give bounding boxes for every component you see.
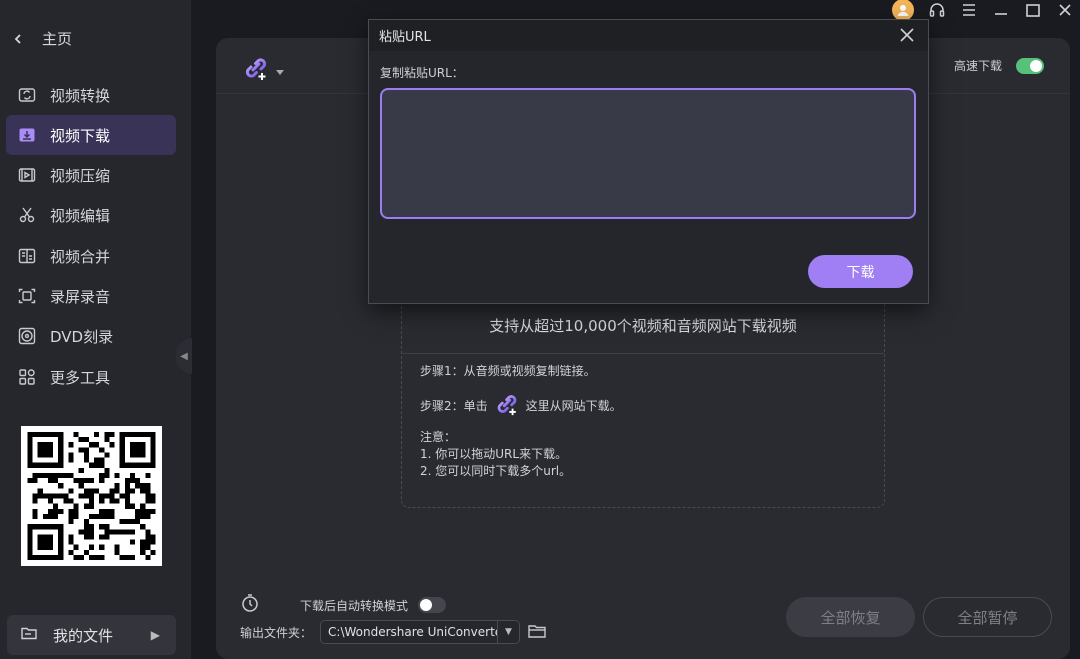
step2-text: 步骤2：单击 这里从网站下载。: [420, 391, 622, 422]
scissors-icon: [18, 206, 36, 224]
output-path-value: C:\Wondershare UniConverter: [328, 625, 508, 639]
sidebar-item-dvd-burn[interactable]: DVD刻录: [6, 316, 176, 356]
sidebar-item-label: 录屏录音: [50, 287, 111, 306]
link-add-icon: [242, 54, 270, 86]
sidebar-item-screen-record[interactable]: 录屏录音: [6, 276, 176, 316]
video-merge-icon: [18, 247, 36, 265]
home-label: 主页: [42, 30, 73, 48]
my-files-button[interactable]: 我的文件 ▶: [7, 615, 176, 655]
sidebar-item-label: 更多工具: [50, 368, 111, 387]
note-1: 1. 你可以拖动URL来下载。: [420, 447, 568, 461]
high-speed-label: 高速下载: [953, 59, 1002, 73]
video-compress-icon: [18, 166, 36, 184]
sidebar-item-label: 视频压缩: [50, 166, 111, 185]
headset-support-icon[interactable]: [928, 1, 946, 19]
url-field-label: 复制粘贴URL：: [380, 66, 464, 80]
video-download-icon: [18, 126, 36, 144]
sidebar-item-video-convert[interactable]: 视频转换: [6, 75, 176, 115]
divider: [402, 353, 884, 354]
close-window-icon[interactable]: [1056, 1, 1074, 19]
folder-icon: [21, 626, 37, 644]
dialog-title: 粘贴URL: [379, 30, 431, 45]
open-folder-icon[interactable]: [528, 623, 546, 642]
paste-url-dialog: 粘贴URL 复制粘贴URL： 下载: [368, 19, 929, 304]
pause-all-button[interactable]: 全部暂停: [923, 597, 1052, 637]
sidebar-item-video-edit[interactable]: 视频编辑: [6, 195, 176, 235]
sidebar-item-video-download[interactable]: 视频下载: [6, 115, 176, 155]
step2-suffix: 这里从网站下载。: [525, 399, 622, 413]
url-input[interactable]: [380, 88, 916, 219]
more-tools-icon: [18, 368, 36, 386]
high-speed-download: 高速下载: [954, 57, 1044, 74]
user-avatar-icon[interactable]: [892, 0, 914, 21]
auto-convert-label: 下载后自动转换模式: [300, 598, 409, 613]
resume-all-button[interactable]: 全部恢复: [786, 597, 915, 637]
screen-record-icon: [18, 287, 36, 305]
chevron-down-icon: [276, 61, 284, 80]
auto-convert-row: 下载后自动转换模式: [240, 593, 447, 617]
chevron-right-icon: ▶: [150, 628, 160, 642]
minimize-icon[interactable]: [992, 1, 1010, 19]
maximize-icon[interactable]: [1024, 1, 1042, 19]
add-url-button[interactable]: [242, 54, 284, 86]
sidebar-item-more-tools[interactable]: 更多工具: [6, 357, 176, 397]
sidebar-item-label: 视频转换: [50, 86, 111, 105]
step2-label: 步骤2：单击: [420, 399, 488, 413]
sidebar-item-label: 视频合并: [50, 247, 111, 266]
drop-zone[interactable]: 支持从超过10,000个视频和音频网站下载视频 步骤1：从音频或视频复制链接。 …: [401, 303, 885, 508]
sidebar-item-video-merge[interactable]: 视频合并: [6, 236, 176, 276]
note-title: 注意：: [420, 430, 457, 444]
link-add-icon[interactable]: [494, 391, 520, 422]
chevron-left-icon: [14, 30, 22, 48]
sidebar: 主页 视频转换 视频下载 视频压缩 视频编辑 视频合并 录屏录音 DVD刻录 更…: [0, 0, 191, 659]
step1-text: 步骤1：从音频或视频复制链接。: [420, 363, 596, 380]
timer-icon[interactable]: [240, 593, 260, 617]
dvd-icon: [18, 327, 36, 345]
home-nav[interactable]: 主页: [14, 28, 72, 49]
output-folder-label: 输出文件夹：: [240, 625, 313, 640]
video-convert-icon: [18, 86, 36, 104]
window-controls: [892, 0, 1074, 21]
close-icon[interactable]: [898, 26, 916, 44]
sidebar-item-label: 视频下载: [50, 126, 111, 145]
step1-label: 步骤1：从音频或视频复制链接。: [420, 364, 596, 378]
auto-convert-toggle[interactable]: [418, 597, 447, 613]
my-files-label: 我的文件: [53, 626, 114, 645]
download-button[interactable]: 下载: [808, 255, 913, 288]
sidebar-item-label: 视频编辑: [50, 206, 111, 225]
sidebar-item-video-compress[interactable]: 视频压缩: [6, 155, 176, 195]
output-folder-row: 输出文件夹： C:\Wondershare UniConverter ▼: [240, 620, 546, 644]
qr-code: [21, 426, 162, 566]
high-speed-toggle[interactable]: [1016, 57, 1044, 74]
sidebar-item-label: DVD刻录: [50, 327, 114, 346]
dialog-header: 粘贴URL: [369, 20, 928, 51]
menu-icon[interactable]: [960, 1, 978, 19]
chevron-down-icon[interactable]: ▼: [497, 621, 520, 643]
note-2: 2. 您可以同时下载多个url。: [420, 464, 572, 478]
output-path-select[interactable]: C:\Wondershare UniConverter ▼: [320, 620, 521, 644]
drop-zone-title: 支持从超过10,000个视频和音频网站下载视频: [489, 317, 797, 335]
